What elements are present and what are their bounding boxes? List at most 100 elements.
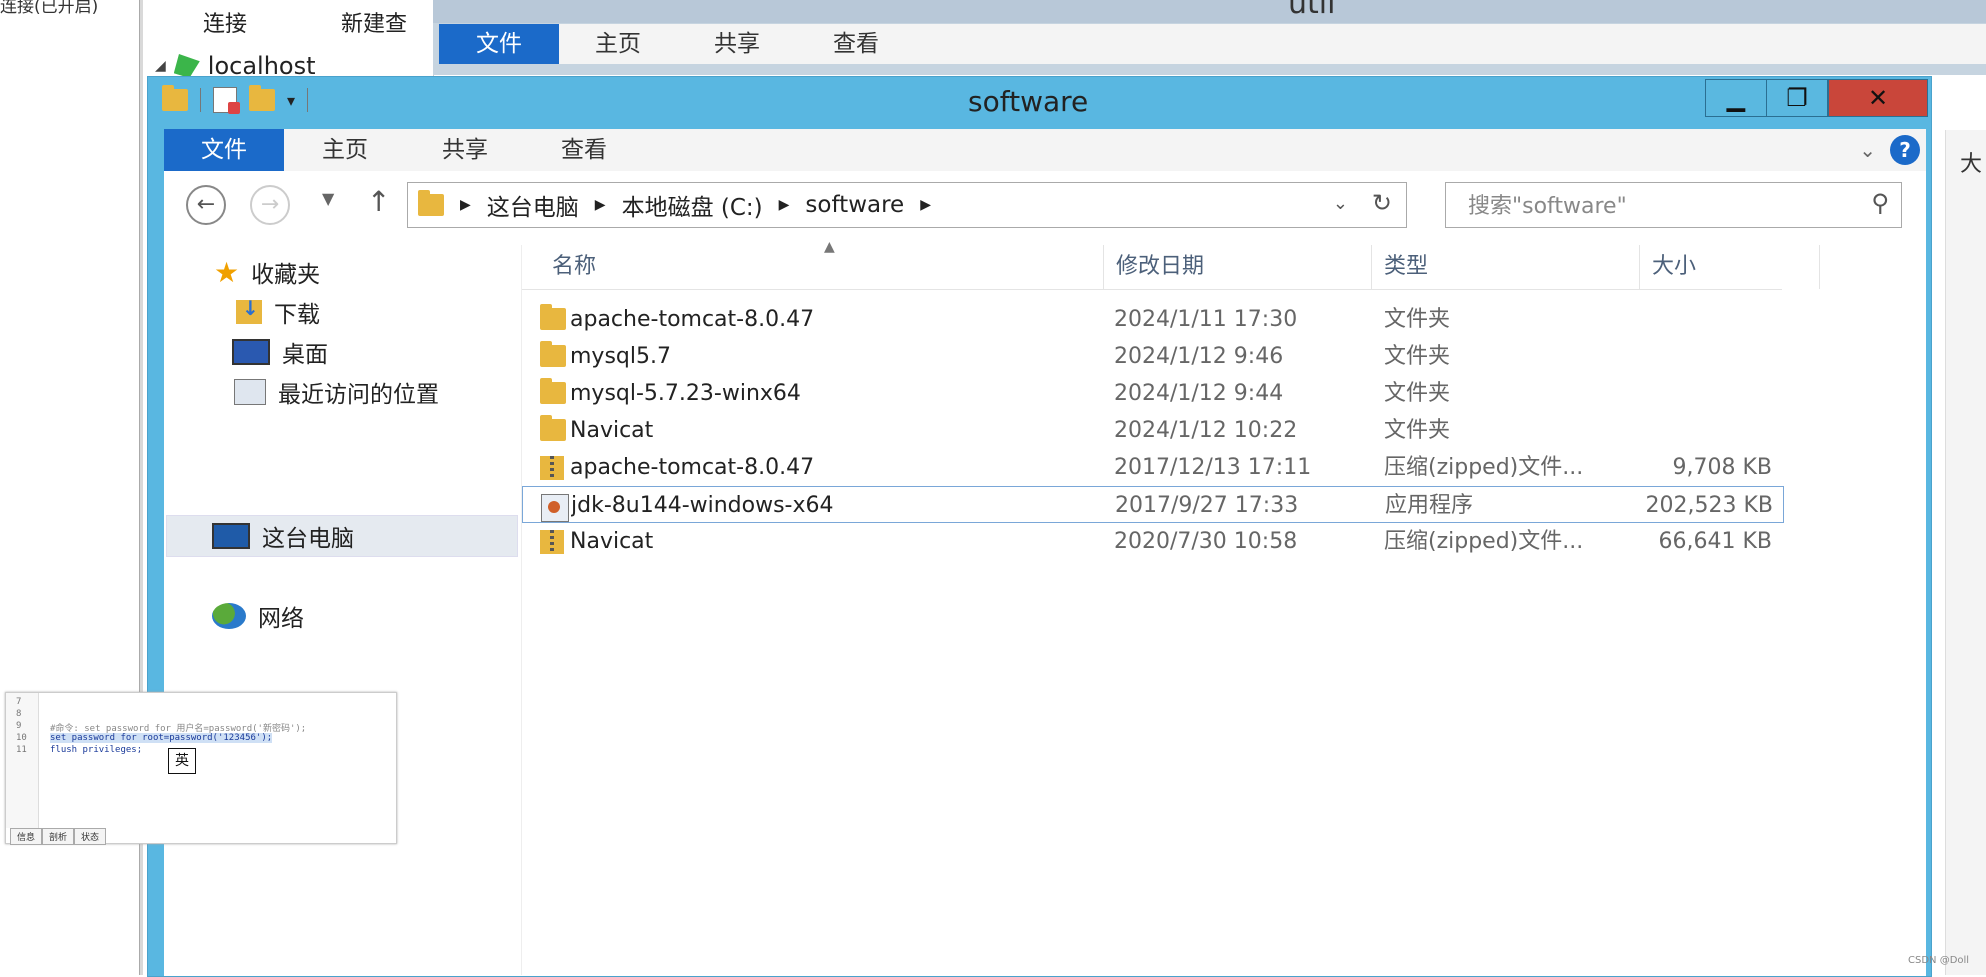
line-number: 8 — [16, 709, 22, 719]
bg-tab-share[interactable]: 共享 — [714, 24, 760, 64]
breadcrumb-arrow-icon[interactable]: ▶ — [920, 197, 931, 213]
nav-favorites[interactable]: ★ 收藏夹 — [214, 255, 320, 289]
file-row-selected[interactable]: jdk-8u144-windows-x64 2017/9/27 17:33 应用… — [522, 486, 1784, 523]
address-bar[interactable]: ▶ 这台电脑 ▶ 本地磁盘 (C:) ▶ software ▶ ⌄ ↻ — [407, 182, 1407, 228]
breadcrumb-arrow-icon[interactable]: ▶ — [460, 197, 471, 213]
line-number: 11 — [16, 745, 27, 755]
navigation-bar: ← → ▼ ↑ ▶ 这台电脑 ▶ 本地磁盘 (C:) ▶ software ▶ … — [164, 171, 1926, 233]
up-icon[interactable]: ↑ — [367, 185, 390, 218]
file-date: 2024/1/12 9:44 — [1114, 381, 1284, 406]
tab-file[interactable]: 文件 — [164, 129, 284, 171]
file-size: 66,641 KB — [1658, 529, 1773, 554]
zip-icon — [540, 456, 564, 480]
connect-button[interactable]: 连接 — [203, 6, 247, 38]
folder-icon — [540, 341, 566, 367]
breadcrumb-arrow-icon[interactable]: ▶ — [779, 197, 790, 213]
bg-tab-file[interactable]: 文件 — [439, 24, 559, 64]
search-box[interactable]: ⚲ — [1445, 182, 1902, 228]
properties-icon[interactable] — [213, 87, 240, 114]
file-row[interactable]: apache-tomcat-8.0.47 2017/12/13 17:11 压缩… — [522, 449, 1784, 486]
file-row[interactable]: Navicat 2024/1/12 10:22 文件夹 — [522, 412, 1784, 449]
file-row[interactable]: mysql-5.7.23-winx64 2024/1/12 9:44 文件夹 — [522, 375, 1784, 412]
file-size — [1432, 338, 1772, 375]
tab-profile[interactable]: 剖析 — [42, 828, 75, 845]
refresh-icon[interactable]: ↻ — [1372, 189, 1392, 217]
file-name: apache-tomcat-8.0.47 — [570, 455, 815, 480]
folder-icon — [540, 304, 566, 330]
nav-favorites-label: 收藏夹 — [251, 262, 321, 288]
search-icon[interactable]: ⚲ — [1871, 189, 1889, 217]
exe-icon — [541, 494, 569, 522]
ime-indicator[interactable]: 英 — [168, 748, 196, 774]
file-row[interactable]: Navicat 2020/7/30 10:58 压缩(zipped)文件... … — [522, 523, 1784, 560]
recent-places-icon — [234, 379, 266, 405]
tab-view[interactable]: 查看 — [561, 129, 607, 171]
address-dropdown-icon[interactable]: ⌄ — [1333, 193, 1348, 214]
column-headers: ▲ 名称 修改日期 类型 大小 — [522, 239, 1820, 290]
code-line[interactable]: flush privileges; — [50, 745, 142, 755]
file-row[interactable]: mysql5.7 2024/1/12 9:46 文件夹 — [522, 338, 1784, 375]
folder-icon — [540, 415, 566, 441]
column-size[interactable]: 大小 — [1640, 245, 1820, 289]
recent-locations-dropdown-icon[interactable]: ▼ — [322, 189, 334, 208]
folder-icon[interactable] — [162, 85, 188, 111]
bg-tab-view[interactable]: 查看 — [833, 24, 879, 64]
file-size — [1432, 301, 1772, 338]
back-icon[interactable]: ← — [186, 185, 226, 225]
maximize-button[interactable]: ❐ — [1766, 79, 1828, 117]
expand-arrow-icon[interactable]: ◢ — [155, 58, 166, 74]
file-size: 202,523 KB — [1645, 493, 1774, 518]
breadcrumb-this-pc[interactable]: 这台电脑 — [487, 188, 579, 222]
network-icon — [212, 603, 246, 629]
code-line-selected[interactable]: set password for root=password('123456')… — [50, 733, 273, 743]
navigation-pane: ★ 收藏夹 下载 桌面 最近访问的位置 这台电脑 网络 — [164, 245, 524, 975]
breadcrumb-software[interactable]: software — [805, 192, 904, 218]
column-date[interactable]: 修改日期 — [1104, 245, 1372, 289]
customize-dropdown-icon[interactable]: ▾ — [287, 91, 295, 110]
breadcrumb-arrow-icon[interactable]: ▶ — [595, 197, 606, 213]
file-name: Navicat — [570, 418, 654, 443]
breadcrumb-local-disk[interactable]: 本地磁盘 (C:) — [622, 188, 763, 222]
nav-this-pc[interactable]: 这台电脑 — [212, 519, 354, 553]
forward-icon[interactable]: → — [250, 185, 290, 225]
column-name[interactable]: 名称 — [522, 245, 1104, 289]
nav-downloads[interactable]: 下载 — [236, 295, 320, 329]
new-folder-icon[interactable] — [249, 85, 275, 111]
line-number: 7 — [16, 697, 22, 707]
folder-icon — [540, 378, 566, 404]
file-row[interactable]: apache-tomcat-8.0.47 2024/1/11 17:30 文件夹 — [522, 301, 1784, 338]
nav-network-label: 网络 — [258, 606, 304, 632]
explorer-window: ▾ software ▁ ❐ ✕ 文件 主页 共享 查看 ⌄ ? ← → ▼ ↑ — [147, 76, 1932, 977]
background-status-text: 连接(已开启) — [0, 0, 99, 17]
help-icon[interactable]: ? — [1890, 135, 1920, 165]
file-date: 2024/1/12 9:46 — [1114, 344, 1284, 369]
line-gutter — [6, 693, 39, 828]
file-name: apache-tomcat-8.0.47 — [570, 307, 815, 332]
tab-info[interactable]: 信息 — [10, 828, 43, 845]
bg-tab-home[interactable]: 主页 — [595, 24, 641, 64]
file-date: 2017/9/27 17:33 — [1115, 493, 1299, 518]
file-name: jdk-8u144-windows-x64 — [571, 493, 834, 518]
close-button[interactable]: ✕ — [1828, 79, 1928, 117]
expand-ribbon-icon[interactable]: ⌄ — [1859, 138, 1876, 162]
quick-access-toolbar: ▾ — [162, 85, 309, 114]
tab-status[interactable]: 状态 — [74, 828, 107, 845]
background-titlebar — [433, 0, 1986, 23]
tab-home[interactable]: 主页 — [322, 129, 368, 171]
file-size — [1432, 375, 1772, 412]
connection-icon — [173, 54, 200, 78]
nav-recent-places[interactable]: 最近访问的位置 — [234, 375, 439, 409]
separator — [200, 88, 201, 112]
minimize-button[interactable]: ▁ — [1705, 79, 1767, 117]
nav-network[interactable]: 网络 — [212, 599, 304, 633]
tab-share[interactable]: 共享 — [442, 129, 488, 171]
search-input[interactable] — [1466, 189, 1850, 223]
file-name: mysql-5.7.23-winx64 — [570, 381, 801, 406]
window-title: software — [968, 85, 1089, 118]
column-type[interactable]: 类型 — [1372, 245, 1640, 289]
titlebar[interactable]: ▾ software ▁ ❐ ✕ — [148, 77, 1931, 127]
new-query-button[interactable]: 新建查 — [341, 6, 407, 38]
code-snippet-overlay: 7 8 9 10 11 #命令: set password for 用户名=pa… — [5, 692, 397, 845]
nav-desktop[interactable]: 桌面 — [232, 335, 328, 369]
file-list: apache-tomcat-8.0.47 2024/1/11 17:30 文件夹… — [522, 301, 1784, 560]
